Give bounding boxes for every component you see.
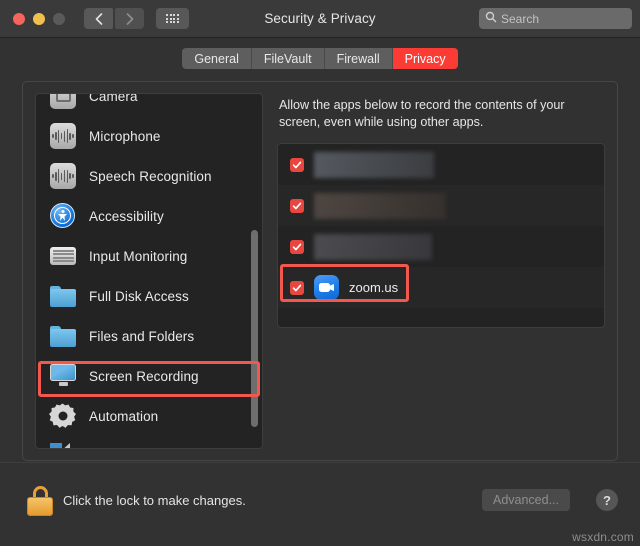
redacted-app-name [314,192,446,219]
sidebar-item-full-disk-access[interactable]: Full Disk Access [36,276,262,316]
sidebar-item-label: Automation [89,408,159,424]
sidebar-item-partial[interactable] [36,436,262,448]
close-button[interactable] [13,12,25,25]
lock-hint-text: Click the lock to make changes. [63,493,246,508]
table-row[interactable] [278,144,604,185]
microphone-icon [50,123,76,149]
show-all-button[interactable] [156,8,189,29]
tab-firewall[interactable]: Firewall [324,48,393,69]
forward-chevron-icon [126,12,134,25]
privacy-content-box: Camera Microphone Speech Recognition Acc… [22,81,618,461]
back-button[interactable] [84,8,113,29]
app-checkbox[interactable] [290,280,304,295]
sidebar-item-camera[interactable]: Camera [36,93,262,116]
partial-icon [50,443,76,448]
sidebar-item-label: Files and Folders [89,328,195,344]
screen-recording-pane: Allow the apps below to record the conte… [277,93,605,449]
sidebar-item-label: Input Monitoring [89,248,188,264]
table-row[interactable] [278,226,604,267]
redacted-app-name [314,233,432,260]
sidebar-item-screen-recording[interactable]: Screen Recording [36,356,262,396]
table-row[interactable] [278,185,604,226]
tab-general[interactable]: General [182,48,252,69]
camera-icon [50,94,76,109]
app-checkbox[interactable] [290,198,304,213]
sidebar-item-speech-recognition[interactable]: Speech Recognition [36,156,262,196]
sidebar-item-label: Speech Recognition [89,168,212,184]
title-bar: Security & Privacy Search [0,0,640,38]
navigation-buttons [84,8,144,29]
table-row-zoom-us[interactable]: zoom.us [278,267,604,308]
tab-filevault[interactable]: FileVault [251,48,325,69]
search-field[interactable]: Search [479,8,632,29]
speech-recognition-icon [50,163,76,189]
privacy-category-list[interactable]: Camera Microphone Speech Recognition Acc… [35,93,263,449]
forward-button [115,8,144,29]
sidebar-item-label: Screen Recording [89,368,199,384]
tab-bar: General FileVault Firewall Privacy [0,38,640,72]
minimize-button[interactable] [33,12,45,25]
accessibility-icon [50,203,76,229]
advanced-button: Advanced... [482,489,570,511]
pane-description: Allow the apps below to record the conte… [279,98,565,129]
sidebar-scrollbar-thumb[interactable] [251,230,258,427]
sidebar-item-accessibility[interactable]: Accessibility [36,196,262,236]
grid-icon [166,13,179,24]
sidebar-item-input-monitoring[interactable]: Input Monitoring [36,236,262,276]
app-checkbox[interactable] [290,239,304,254]
sidebar-item-automation[interactable]: Automation [36,396,262,436]
sidebar-item-label: Accessibility [89,208,164,224]
help-button[interactable]: ? [596,489,618,511]
tab-privacy[interactable]: Privacy [392,48,458,69]
traffic-light-group [13,12,65,25]
search-icon [485,10,497,28]
zoom-video-camera-icon [314,275,339,300]
search-placeholder: Search [501,11,540,26]
zoom-button [53,12,65,25]
sidebar-item-files-and-folders[interactable]: Files and Folders [36,316,262,356]
sidebar-item-microphone[interactable]: Microphone [36,116,262,156]
lock-closed-icon[interactable] [27,486,53,516]
app-checkbox[interactable] [290,157,304,172]
sidebar-item-label: Full Disk Access [89,288,189,304]
security-privacy-window: Security & Privacy Search General FileVa… [0,0,640,546]
sidebar-scrollbar[interactable] [249,94,260,448]
keyboard-icon [50,243,76,269]
watermark: wsxdn.com [572,530,634,544]
footer-bar: Click the lock to make changes. Advanced… [0,462,640,546]
gear-icon [50,403,76,429]
redacted-app-name [314,151,434,178]
app-name-label: zoom.us [349,280,399,295]
folder-icon [50,323,76,349]
sidebar-item-label: Microphone [89,128,161,144]
sidebar-item-label: Camera [89,93,138,104]
allowed-apps-list[interactable]: zoom.us [277,143,605,328]
display-icon [50,363,76,389]
folder-icon [50,283,76,309]
back-chevron-icon [95,12,103,25]
